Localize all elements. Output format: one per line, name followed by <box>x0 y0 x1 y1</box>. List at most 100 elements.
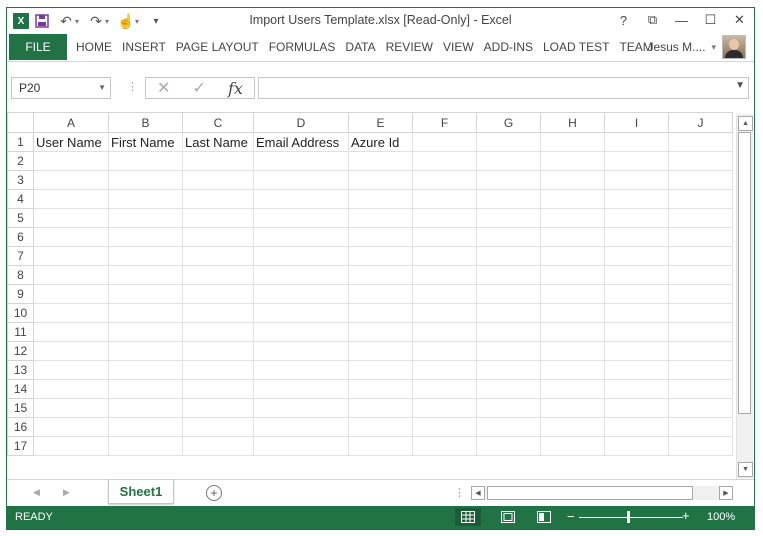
cell[interactable] <box>668 284 733 304</box>
cell[interactable] <box>476 246 541 266</box>
cell[interactable] <box>540 208 605 228</box>
cell[interactable] <box>182 265 254 285</box>
cell[interactable] <box>604 151 669 171</box>
cell[interactable] <box>604 208 669 228</box>
cell[interactable] <box>540 189 605 209</box>
cell[interactable] <box>348 303 413 323</box>
cell[interactable] <box>182 341 254 361</box>
cancel-entry-icon[interactable]: ✕ <box>157 78 170 98</box>
column-header[interactable]: J <box>668 112 733 133</box>
cell[interactable] <box>253 379 349 399</box>
row-header[interactable]: 8 <box>7 265 34 285</box>
cell[interactable] <box>604 284 669 304</box>
redo-icon[interactable]: ↷ <box>85 11 107 31</box>
undo-dropdown-icon[interactable]: ▾ <box>75 17 79 26</box>
cell[interactable] <box>412 341 477 361</box>
cell[interactable] <box>540 417 605 437</box>
row-header[interactable]: 10 <box>7 303 34 323</box>
user-account[interactable]: Jesus M.... ▾ <box>647 34 746 60</box>
cell[interactable] <box>604 436 669 456</box>
cell[interactable] <box>253 322 349 342</box>
cell[interactable] <box>412 132 477 152</box>
cell[interactable] <box>412 360 477 380</box>
cell[interactable] <box>33 151 109 171</box>
cell[interactable] <box>668 303 733 323</box>
row-header[interactable]: 17 <box>7 436 34 456</box>
row-header[interactable]: 15 <box>7 398 34 418</box>
cell[interactable] <box>33 398 109 418</box>
cell[interactable] <box>108 208 183 228</box>
cell[interactable] <box>108 227 183 247</box>
cell[interactable] <box>33 208 109 228</box>
cell[interactable] <box>476 322 541 342</box>
cell[interactable] <box>476 208 541 228</box>
cell[interactable] <box>412 436 477 456</box>
column-header[interactable]: A <box>33 112 109 133</box>
cell[interactable] <box>412 398 477 418</box>
cell[interactable] <box>182 208 254 228</box>
page-layout-view-icon[interactable] <box>495 508 521 526</box>
cell[interactable] <box>476 227 541 247</box>
row-header[interactable]: 6 <box>7 227 34 247</box>
zoom-slider[interactable] <box>579 517 683 518</box>
row-header[interactable]: 1 <box>7 132 34 152</box>
column-header[interactable]: B <box>108 112 183 133</box>
cell[interactable] <box>412 189 477 209</box>
maximize-icon[interactable]: ☐ <box>696 8 725 32</box>
cell[interactable] <box>540 436 605 456</box>
cell[interactable] <box>540 322 605 342</box>
normal-view-icon[interactable] <box>455 508 481 526</box>
cell[interactable] <box>604 360 669 380</box>
cell[interactable] <box>33 341 109 361</box>
cell[interactable] <box>108 398 183 418</box>
cell[interactable] <box>540 170 605 190</box>
cell[interactable] <box>412 284 477 304</box>
touch-dropdown-icon[interactable]: ▾ <box>135 17 139 26</box>
previous-sheet-icon[interactable]: ◀ <box>33 487 40 498</box>
scroll-up-icon[interactable]: ▲ <box>738 116 753 131</box>
redo-dropdown-icon[interactable]: ▾ <box>105 17 109 26</box>
help-icon[interactable]: ? <box>609 8 638 32</box>
row-header[interactable]: 11 <box>7 322 34 342</box>
cell[interactable] <box>33 360 109 380</box>
cell[interactable] <box>476 132 541 152</box>
cell[interactable] <box>604 341 669 361</box>
cell[interactable] <box>253 227 349 247</box>
cell[interactable] <box>182 398 254 418</box>
cell[interactable] <box>668 417 733 437</box>
cell[interactable] <box>253 246 349 266</box>
cell[interactable] <box>540 132 605 152</box>
cell[interactable] <box>348 208 413 228</box>
cell[interactable] <box>108 170 183 190</box>
cell[interactable] <box>348 379 413 399</box>
formula-input[interactable]: ▼ <box>258 77 749 99</box>
row-header[interactable]: 5 <box>7 208 34 228</box>
cell[interactable] <box>476 151 541 171</box>
cell[interactable] <box>33 284 109 304</box>
touch-mode-icon[interactable]: ☝ <box>115 11 137 31</box>
cell[interactable] <box>476 284 541 304</box>
zoom-slider-thumb[interactable] <box>627 511 630 523</box>
cell[interactable] <box>476 417 541 437</box>
cell[interactable] <box>476 436 541 456</box>
cell[interactable] <box>182 189 254 209</box>
tab-formulas[interactable]: FORMULAS <box>264 34 341 60</box>
tab-review[interactable]: REVIEW <box>381 34 438 60</box>
cell[interactable] <box>412 417 477 437</box>
cell[interactable] <box>348 151 413 171</box>
cell[interactable] <box>540 227 605 247</box>
column-header[interactable]: E <box>348 112 413 133</box>
row-header[interactable]: 16 <box>7 417 34 437</box>
column-header[interactable]: H <box>540 112 605 133</box>
cell[interactable] <box>348 170 413 190</box>
cell[interactable] <box>604 398 669 418</box>
user-dropdown-icon[interactable]: ▾ <box>711 42 716 53</box>
cell[interactable] <box>540 398 605 418</box>
cell[interactable] <box>108 303 183 323</box>
cell[interactable] <box>348 360 413 380</box>
tab-insert[interactable]: INSERT <box>117 34 171 60</box>
cell[interactable] <box>108 322 183 342</box>
cell[interactable] <box>108 341 183 361</box>
row-header[interactable]: 9 <box>7 284 34 304</box>
cell[interactable] <box>182 379 254 399</box>
